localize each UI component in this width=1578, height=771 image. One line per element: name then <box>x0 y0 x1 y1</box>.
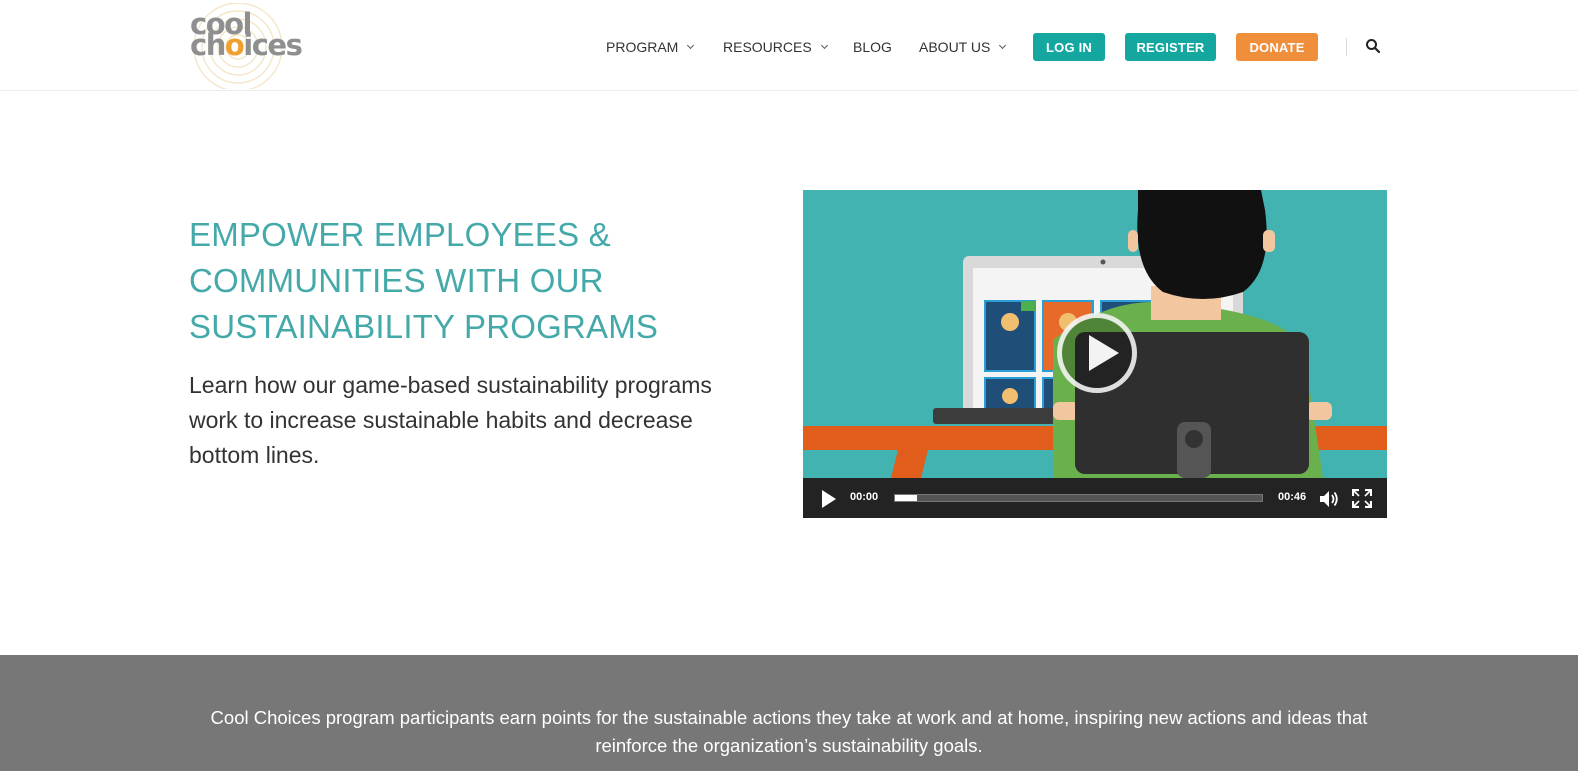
nav-about-us[interactable]: ABOUT US <box>919 39 1007 55</box>
nav-about-us-label: ABOUT US <box>919 39 991 55</box>
info-band: Cool Choices program participants earn p… <box>0 655 1578 771</box>
hero-subtitle: Learn how our game-based sustainability … <box>189 368 779 473</box>
progress-fill <box>895 495 918 501</box>
nav-blog[interactable]: BLOG <box>853 39 892 55</box>
info-band-line: Cool Choices program participants earn p… <box>210 707 1368 728</box>
info-band-text: Cool Choices program participants earn p… <box>0 704 1578 760</box>
hero-title-line: SUSTAINABILITY PROGRAMS <box>189 308 659 345</box>
fullscreen-icon[interactable] <box>1352 489 1372 508</box>
big-play-button[interactable] <box>1057 313 1137 393</box>
video-player[interactable]: 00:00 00:46 <box>803 190 1387 518</box>
hero-title: EMPOWER EMPLOYEES & COMMUNITIES WITH OUR… <box>189 212 749 350</box>
cool-choices-logo[interactable]: cool choices <box>186 3 310 89</box>
hero-subtitle-line: work to increase sustainable habits and … <box>189 407 693 433</box>
progress-slider[interactable] <box>894 494 1263 502</box>
hero-subtitle-line: Learn how our game-based sustainability … <box>189 372 712 398</box>
nav-resources[interactable]: RESOURCES <box>723 39 828 55</box>
info-band-line: reinforce the organization’s sustainabil… <box>595 735 983 756</box>
volume-icon[interactable] <box>1319 490 1339 508</box>
hero-title-line: COMMUNITIES WITH OUR <box>189 262 604 299</box>
nav-blog-label: BLOG <box>853 39 892 55</box>
search-icon[interactable] <box>1365 38 1381 54</box>
hero-title-line: EMPOWER EMPLOYEES & <box>189 216 611 253</box>
register-button[interactable]: REGISTER <box>1125 33 1216 61</box>
chevron-down-icon <box>687 41 695 50</box>
donate-button[interactable]: DONATE <box>1236 33 1318 61</box>
nav-program-label: PROGRAM <box>606 39 679 55</box>
current-time: 00:00 <box>850 491 879 503</box>
nav-resources-label: RESOURCES <box>723 39 812 55</box>
nav-program[interactable]: PROGRAM <box>606 39 695 55</box>
chevron-down-icon <box>999 41 1007 50</box>
nav-divider <box>1346 38 1347 56</box>
site-header: cool choices PROGRAM RESOURCES BLOG ABOU… <box>0 0 1578 91</box>
video-controls-bar: 00:00 00:46 <box>803 478 1387 518</box>
hero-subtitle-line: bottom lines. <box>189 442 320 468</box>
login-button[interactable]: LOG IN <box>1033 33 1105 61</box>
play-icon[interactable] <box>822 490 836 508</box>
logo-word-choices: choices <box>190 28 303 62</box>
chevron-down-icon <box>820 41 828 50</box>
duration-time: 00:46 <box>1278 491 1307 503</box>
play-icon <box>1089 335 1119 371</box>
